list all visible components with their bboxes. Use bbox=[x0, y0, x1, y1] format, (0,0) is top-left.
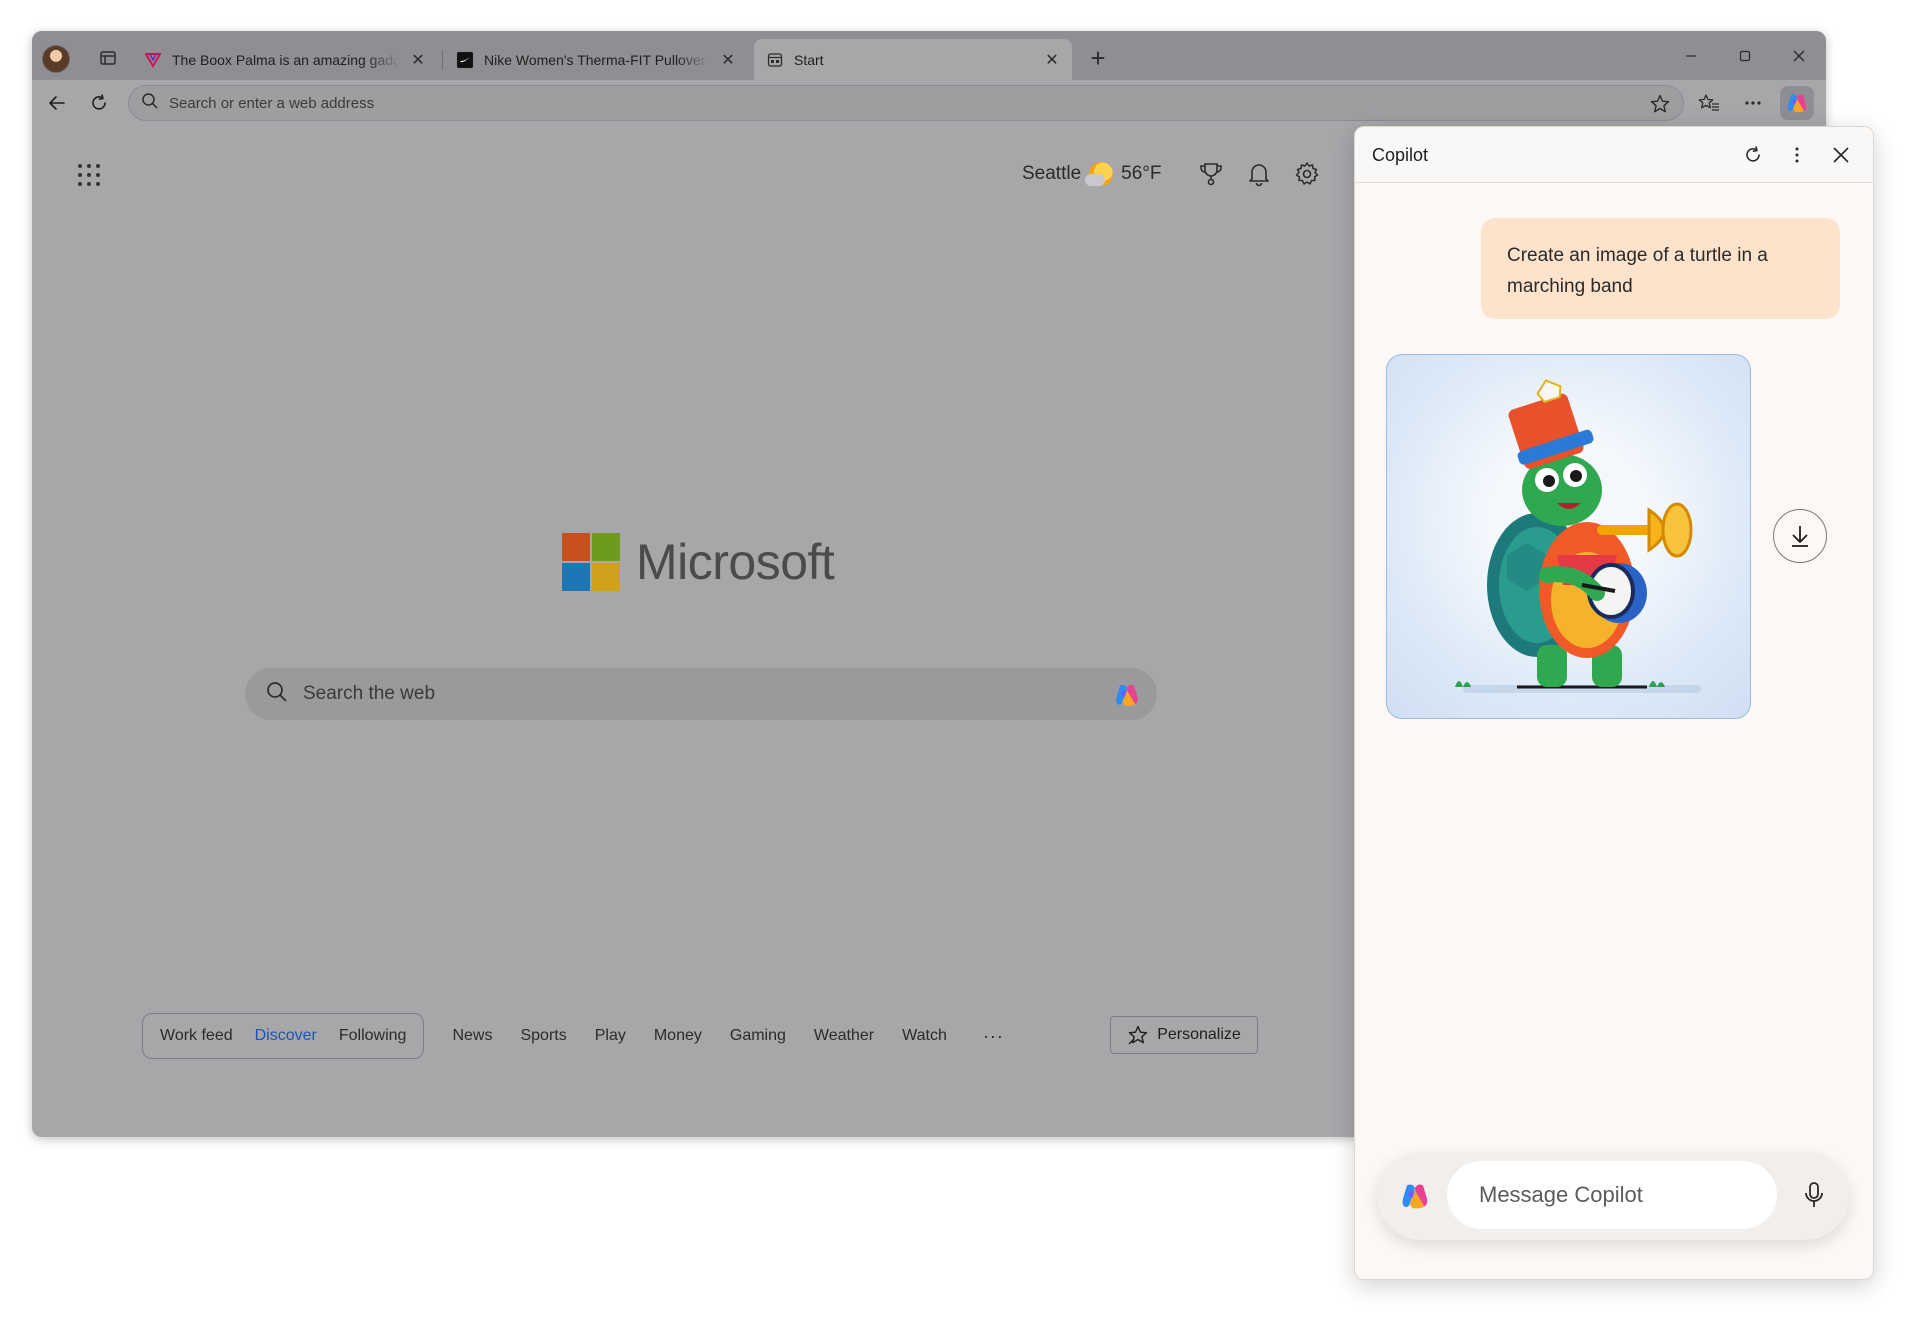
nike-icon bbox=[456, 51, 474, 69]
copilot-sidebar-icon[interactable] bbox=[1780, 86, 1814, 120]
rewards-trophy-icon[interactable] bbox=[1196, 159, 1226, 189]
address-bar[interactable]: Search or enter a web address bbox=[128, 85, 1684, 121]
user-message-bubble: Create an image of a turtle in a marchin… bbox=[1481, 218, 1840, 319]
personalize-star-icon bbox=[1128, 1025, 1148, 1045]
search-icon bbox=[141, 92, 159, 115]
generated-turtle-image[interactable] bbox=[1386, 354, 1751, 719]
tab-nike-pullover[interactable]: Nike Women's Therma-FIT Pullover ✕ bbox=[444, 39, 748, 80]
back-arrow-icon[interactable] bbox=[42, 88, 72, 118]
tab-work-feed[interactable]: Work feed bbox=[149, 1027, 244, 1045]
category-play[interactable]: Play bbox=[581, 1027, 640, 1045]
settings-gear-icon[interactable] bbox=[1292, 159, 1322, 189]
refresh-icon[interactable] bbox=[84, 88, 114, 118]
tab-separator bbox=[442, 50, 443, 70]
weather-temp: 56°F bbox=[1121, 163, 1162, 184]
search-placeholder: Search the web bbox=[303, 683, 436, 704]
favorite-star-icon[interactable] bbox=[1649, 93, 1671, 120]
tab-title: Start bbox=[794, 51, 824, 68]
copilot-icon[interactable] bbox=[1399, 1180, 1431, 1217]
feed-navigation: Work feed Discover Following News Sports… bbox=[142, 1013, 1004, 1059]
weather-widget[interactable]: Seattle 56°F bbox=[1022, 159, 1162, 189]
copilot-icon[interactable] bbox=[1113, 681, 1141, 714]
category-weather[interactable]: Weather bbox=[800, 1027, 888, 1045]
title-bar: The Boox Palma is an amazing gadget ✕ Ni… bbox=[32, 31, 1826, 80]
new-tab-button[interactable]: + bbox=[1084, 43, 1112, 73]
close-icon[interactable]: ✕ bbox=[718, 50, 738, 70]
tab-start[interactable]: Start ✕ bbox=[754, 39, 1072, 80]
close-icon[interactable]: ✕ bbox=[408, 50, 428, 70]
refresh-icon[interactable] bbox=[1739, 141, 1767, 169]
partly-sunny-icon bbox=[1085, 162, 1114, 186]
close-icon[interactable]: ✕ bbox=[1042, 50, 1062, 70]
microsoft-logo: Microsoft bbox=[562, 533, 835, 591]
tab-following[interactable]: Following bbox=[328, 1027, 418, 1045]
category-tabs: News Sports Play Money Gaming Weather Wa… bbox=[438, 1026, 1003, 1047]
verge-v-icon bbox=[144, 51, 162, 69]
more-categories-button[interactable]: ··· bbox=[983, 1026, 1004, 1047]
tab-title: Nike Women's Therma-FIT Pullover bbox=[484, 51, 706, 68]
copilot-pane: Copilot Create an image of a turtle in a… bbox=[1354, 126, 1874, 1280]
tab-discover[interactable]: Discover bbox=[244, 1027, 328, 1045]
feed-tabs: Work feed Discover Following bbox=[142, 1013, 425, 1059]
logo-text: Microsoft bbox=[636, 534, 835, 590]
close-icon[interactable] bbox=[1827, 141, 1855, 169]
personalize-button[interactable]: Personalize bbox=[1110, 1016, 1258, 1054]
app-launcher-icon[interactable] bbox=[76, 162, 102, 188]
message-composer bbox=[1377, 1152, 1849, 1240]
microphone-icon[interactable] bbox=[1799, 1180, 1829, 1210]
copilot-title: Copilot bbox=[1372, 145, 1429, 165]
category-watch[interactable]: Watch bbox=[888, 1027, 961, 1045]
tab-actions-icon[interactable] bbox=[94, 44, 122, 72]
more-options-icon[interactable] bbox=[1738, 88, 1768, 118]
weather-city: Seattle bbox=[1022, 163, 1082, 184]
category-sports[interactable]: Sports bbox=[506, 1027, 580, 1045]
address-placeholder: Search or enter a web address bbox=[169, 94, 375, 112]
copilot-header: Copilot bbox=[1355, 127, 1873, 183]
maximize-icon[interactable] bbox=[1718, 31, 1772, 80]
start-page-icon bbox=[766, 51, 784, 69]
window-close-icon[interactable] bbox=[1772, 31, 1826, 80]
microsoft-squares-icon bbox=[562, 533, 620, 591]
message-input[interactable] bbox=[1447, 1161, 1777, 1229]
search-icon bbox=[265, 680, 289, 709]
category-news[interactable]: News bbox=[438, 1027, 506, 1045]
favorites-icon[interactable] bbox=[1694, 88, 1724, 118]
tab-title: The Boox Palma is an amazing gadget bbox=[172, 51, 400, 68]
more-vertical-icon[interactable] bbox=[1783, 141, 1811, 169]
download-icon[interactable] bbox=[1773, 509, 1827, 563]
personalize-label: Personalize bbox=[1157, 1026, 1241, 1043]
profile-avatar[interactable] bbox=[42, 45, 70, 73]
notifications-bell-icon[interactable] bbox=[1244, 159, 1274, 189]
minimize-icon[interactable] bbox=[1664, 31, 1718, 80]
tab-boox-palma[interactable]: The Boox Palma is an amazing gadget ✕ bbox=[132, 39, 438, 80]
category-money[interactable]: Money bbox=[640, 1027, 716, 1045]
web-search-box[interactable]: Search the web bbox=[245, 668, 1157, 720]
category-gaming[interactable]: Gaming bbox=[716, 1027, 800, 1045]
window-controls bbox=[1664, 31, 1826, 80]
browser-toolbar: Search or enter a web address bbox=[32, 80, 1826, 126]
